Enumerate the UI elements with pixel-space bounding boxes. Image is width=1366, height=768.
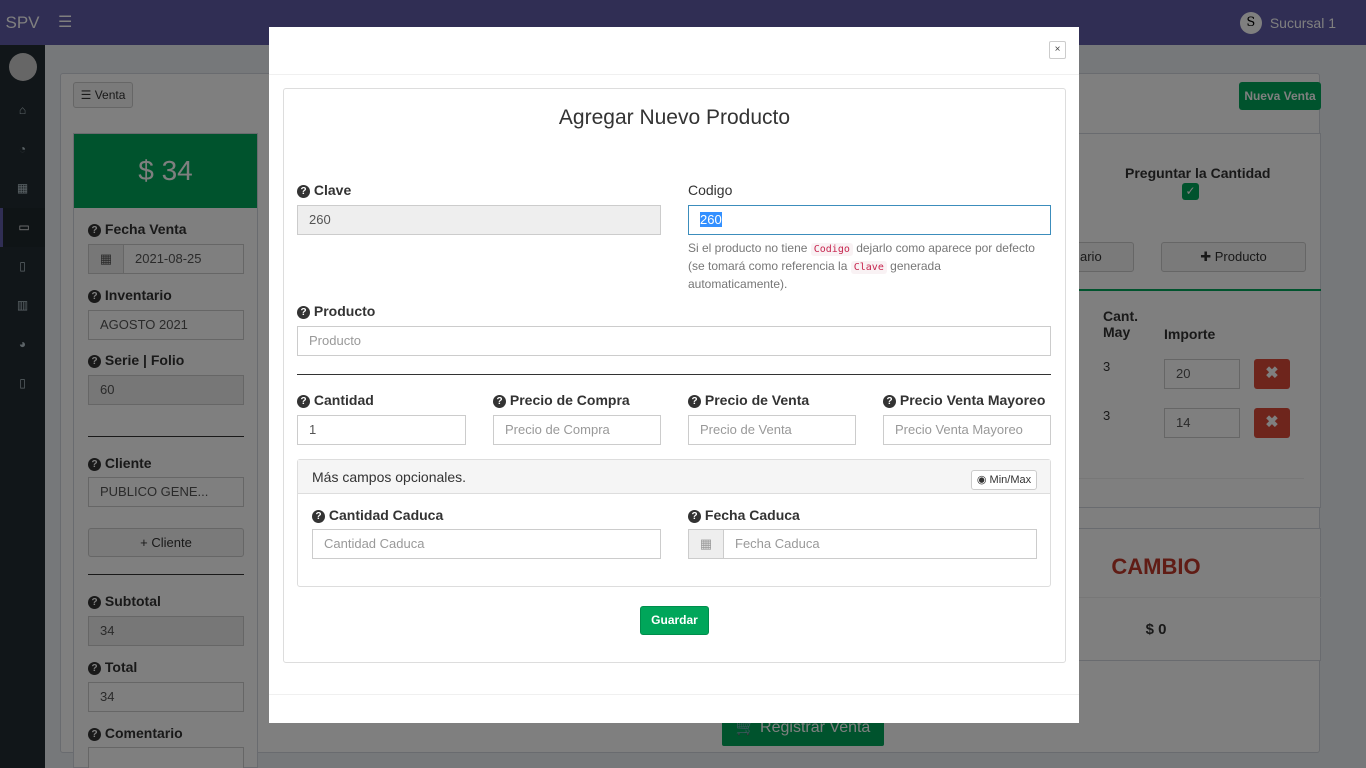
producto-label: ? Producto [297, 303, 375, 319]
codigo-value: 260 [700, 212, 722, 227]
clave-label: ? Clave [297, 182, 351, 198]
codigo-field[interactable]: 260 [688, 205, 1051, 235]
precio-venta-label: ? Precio de Venta [688, 392, 809, 408]
min-max-button[interactable]: ◉ Min/Max [971, 470, 1037, 490]
precio-venta-field[interactable]: Precio de Venta [688, 415, 856, 445]
producto-field[interactable]: Producto [297, 326, 1051, 356]
precio-compra-label: ? Precio de Compra [493, 392, 630, 408]
codigo-help-text: Si el producto no tiene Codigo dejarlo c… [688, 241, 1035, 291]
clave-field[interactable]: 260 [297, 205, 661, 235]
modal-title: Agregar Nuevo Producto [558, 106, 791, 129]
precio-mayoreo-field[interactable]: Precio Venta Mayoreo [883, 415, 1051, 445]
fecha-caduca-field[interactable]: ▦ Fecha Caduca [688, 529, 1037, 559]
question-icon: ? [297, 306, 310, 319]
question-icon: ? [312, 510, 325, 523]
cantidad-label: ? Cantidad [297, 392, 374, 408]
guardar-button[interactable]: Guardar [640, 606, 709, 635]
calendar-icon: ▦ [689, 530, 724, 558]
codigo-label: Codigo [688, 182, 733, 198]
precio-compra-field[interactable]: Precio de Compra [493, 415, 661, 445]
cantidad-field[interactable]: 1 [297, 415, 466, 445]
close-button[interactable]: × [1049, 41, 1066, 59]
opcionales-title: Más campos opcionales. [312, 469, 467, 485]
modal-panel: Agregar Nuevo Producto ? Clave 260 Codig… [283, 88, 1066, 663]
cantidad-caduca-field[interactable]: Cantidad Caduca [312, 529, 661, 559]
modal-footer [269, 694, 1079, 723]
opcionales-panel: Más campos opcionales. ◉ Min/Max ? Canti… [297, 459, 1051, 587]
question-icon: ? [688, 395, 701, 408]
question-icon: ? [297, 185, 310, 198]
agregar-producto-modal: × Agregar Nuevo Producto ? Clave 260 Cod… [269, 27, 1079, 723]
cantidad-caduca-label: ? Cantidad Caduca [312, 507, 443, 523]
precio-mayoreo-label: ? Precio Venta Mayoreo [883, 392, 1045, 408]
question-icon: ? [883, 395, 896, 408]
question-icon: ? [688, 510, 701, 523]
question-icon: ? [297, 395, 310, 408]
divider [297, 374, 1051, 375]
fecha-caduca-label: ? Fecha Caduca [688, 507, 800, 523]
eye-icon: ◉ [976, 474, 987, 486]
question-icon: ? [493, 395, 506, 408]
modal-header [269, 27, 1079, 75]
